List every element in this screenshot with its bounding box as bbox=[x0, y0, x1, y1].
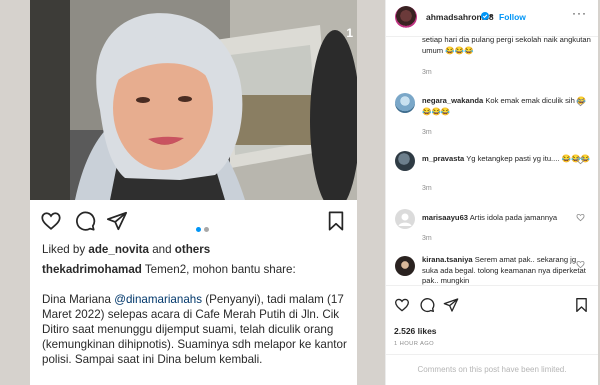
more-options-icon[interactable]: ··· bbox=[572, 6, 587, 20]
post-actions-bar bbox=[40, 210, 350, 234]
caption-intro: Temen2, mohon bantu share: bbox=[144, 263, 296, 276]
commenter-avatar[interactable] bbox=[395, 93, 415, 113]
likes-count[interactable]: 2.526 likes bbox=[394, 326, 437, 336]
comment-icon[interactable] bbox=[74, 210, 98, 234]
left-post-panel: 1 Liked by ade_novita and others thekadr… bbox=[30, 0, 357, 385]
comment-item: marisaayu63 Artis idola pada jamannya bbox=[422, 213, 592, 224]
caption-username-link[interactable]: thekadrimohamad bbox=[42, 263, 142, 276]
carousel-counter: 1 bbox=[346, 26, 353, 40]
carousel-indicator bbox=[196, 219, 212, 237]
share-icon[interactable] bbox=[443, 297, 459, 313]
default-avatar-icon[interactable] bbox=[395, 209, 415, 229]
verified-badge-icon bbox=[481, 12, 489, 20]
save-bookmark-icon[interactable] bbox=[326, 210, 350, 234]
comment-time: 3m bbox=[422, 235, 432, 242]
comment-item: m_pravasta Yg ketangkep pasti yg itu....… bbox=[422, 154, 592, 165]
right-post-footer: 2.526 likes 1 HOUR AGO Comments on this … bbox=[386, 285, 598, 385]
comment-text: setiap hari dia pulang pergi sekolah nai… bbox=[422, 35, 591, 55]
comment-username[interactable]: kirana.tsaniya bbox=[422, 255, 473, 264]
comment-username[interactable]: negara_wakanda bbox=[422, 96, 483, 105]
like-heart-icon[interactable] bbox=[40, 210, 64, 234]
comment-like-heart-icon[interactable] bbox=[576, 213, 585, 222]
comment-icon[interactable] bbox=[419, 297, 435, 313]
author-avatar[interactable] bbox=[395, 6, 417, 28]
comment-text: Artis idola pada jamannya bbox=[469, 213, 558, 222]
carousel-dot-active bbox=[196, 227, 201, 232]
comment-like-heart-icon[interactable] bbox=[576, 156, 585, 165]
comment-username[interactable]: m_pravasta bbox=[422, 154, 464, 163]
right-post-panel: ahmadsahroni88 • Follow ··· setiap hari … bbox=[385, 0, 598, 385]
liked-by-others-link[interactable]: others bbox=[175, 243, 210, 256]
comment-time: 3m bbox=[422, 129, 432, 136]
commenter-avatar[interactable] bbox=[395, 256, 415, 276]
carousel-dot bbox=[204, 227, 209, 232]
liked-by-prefix: Liked by bbox=[42, 243, 89, 256]
save-bookmark-icon[interactable] bbox=[574, 297, 590, 313]
comment-item: kirana.tsaniya Serem amat pak.. sekarang… bbox=[422, 255, 592, 287]
liked-by-text: Liked by ade_novita and others bbox=[42, 242, 349, 257]
post-photo-image bbox=[30, 0, 357, 200]
comment-text: Yg ketangkep pasti yg itu.... 😂😂😂 bbox=[466, 154, 590, 163]
comment-time: 3m bbox=[422, 69, 432, 76]
comment-item: negara_wakanda Kok emak emak diculik sih… bbox=[422, 96, 592, 117]
comments-limited-notice: Comments on this post have been limited. bbox=[386, 354, 598, 385]
right-post-header: ahmadsahroni88 • Follow ··· bbox=[386, 0, 598, 37]
caption-first-line: thekadrimohamad Temen2, mohon bantu shar… bbox=[42, 262, 349, 277]
share-icon[interactable] bbox=[106, 210, 130, 234]
post-time[interactable]: 1 HOUR AGO bbox=[394, 341, 434, 347]
caption-mention-link[interactable]: @dinamarianahs bbox=[114, 293, 202, 306]
comment-time: 3m bbox=[422, 185, 432, 192]
post-photo[interactable]: 1 bbox=[30, 0, 357, 200]
liked-by-user-link[interactable]: ade_novita bbox=[88, 243, 149, 256]
caption-body: Dina Mariana @dinamarianahs (Penyanyi), … bbox=[42, 292, 349, 367]
header-dot-separator: • bbox=[489, 11, 493, 21]
comment-username[interactable]: marisaayu63 bbox=[422, 213, 468, 222]
caption-body-start: Dina Mariana bbox=[42, 293, 115, 306]
commenter-avatar[interactable] bbox=[395, 151, 415, 171]
liked-by-and: and bbox=[148, 243, 175, 256]
comment-like-heart-icon[interactable] bbox=[576, 98, 585, 107]
like-heart-icon[interactable] bbox=[394, 297, 410, 313]
comment-like-heart-icon[interactable] bbox=[576, 260, 585, 269]
follow-button[interactable]: Follow bbox=[499, 12, 526, 22]
